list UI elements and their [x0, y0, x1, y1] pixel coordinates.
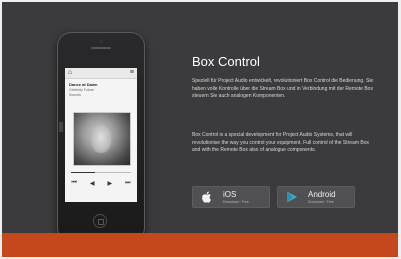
ios-sublabel: Download · Free [223, 200, 249, 204]
description-english: Box Control is a special development for… [192, 132, 370, 154]
page-title: Box Control [192, 54, 260, 69]
footer-accent-bar [2, 233, 398, 257]
android-sublabel: Download · Free [308, 200, 334, 204]
track-artist: Celebrity Future Sounds [69, 88, 94, 97]
camera-dot [99, 39, 103, 43]
android-label: Android [308, 190, 336, 199]
apple-icon [202, 191, 211, 203]
skip-forward-icon[interactable]: ⏭ [125, 180, 130, 187]
skip-back-icon[interactable]: ⏮ [71, 180, 76, 187]
track-title: Dance at Dawn [69, 82, 98, 87]
ios-download-button[interactable]: iOS Download · Free [192, 186, 270, 208]
playback-controls: ⏮ ◀ ▶ ⏭ [65, 178, 137, 188]
ios-label: iOS [223, 190, 237, 199]
android-download-button[interactable]: Android Download · Free [277, 186, 355, 208]
side-handle[interactable] [59, 122, 63, 132]
page-frame: ⌂ ≡ Dance at Dawn Celebrity Future Sound… [2, 2, 398, 257]
progress-fill [71, 172, 95, 173]
play-store-icon [287, 191, 297, 203]
previous-icon[interactable]: ◀ [90, 180, 95, 187]
home-icon[interactable]: ⌂ [68, 69, 72, 77]
phone-mockup: ⌂ ≡ Dance at Dawn Celebrity Future Sound… [57, 32, 145, 242]
description-german: Speziell für Project Audio entwickelt, r… [192, 78, 374, 100]
phone-screen: ⌂ ≡ Dance at Dawn Celebrity Future Sound… [65, 68, 137, 202]
menu-icon[interactable]: ≡ [130, 69, 134, 77]
speaker-grille [91, 47, 111, 49]
home-button[interactable] [93, 214, 107, 228]
progress-bar[interactable] [71, 172, 131, 173]
album-cover-image [73, 112, 131, 166]
play-icon[interactable]: ▶ [107, 180, 112, 187]
app-top-bar: ⌂ ≡ [65, 68, 137, 79]
portrait-face [90, 125, 112, 153]
